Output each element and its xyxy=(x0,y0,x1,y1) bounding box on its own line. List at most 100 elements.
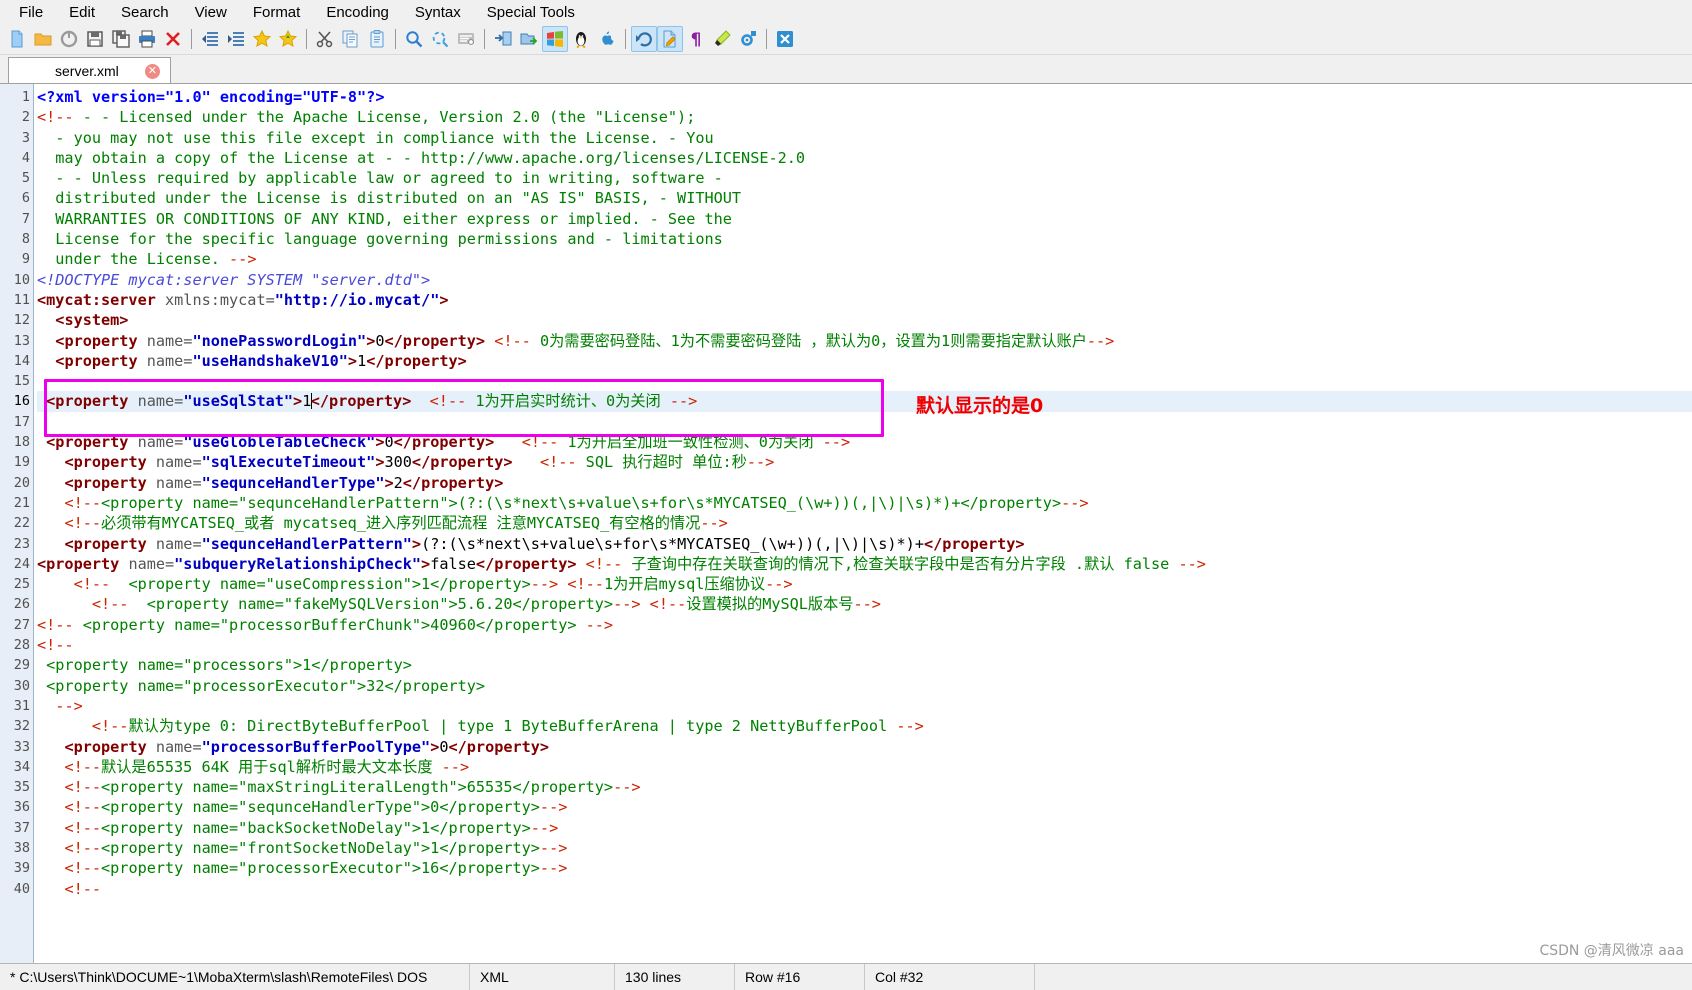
code-line[interactable]: <!--<property name="processorExecutor">1… xyxy=(37,858,1692,878)
code-line[interactable]: - you may not use this file except in co… xyxy=(37,128,1692,148)
code-line[interactable]: <property name="useHandshakeV10">1</prop… xyxy=(37,351,1692,371)
code-token: "useSqlStat" xyxy=(183,392,294,411)
menu-encoding[interactable]: Encoding xyxy=(313,2,402,23)
code-line[interactable]: <property name="sqlExecuteTimeout">300</… xyxy=(37,452,1692,472)
code-line[interactable]: <!-- <property name="useCompression">1</… xyxy=(37,574,1692,594)
code-line[interactable]: under the License. --> xyxy=(37,249,1692,269)
save-icon[interactable] xyxy=(82,26,108,52)
reload-icon[interactable] xyxy=(56,26,82,52)
new-file-icon[interactable] xyxy=(4,26,30,52)
code-line[interactable]: may obtain a copy of the License at - - … xyxy=(37,148,1692,168)
undo-icon[interactable] xyxy=(631,26,657,52)
code-token: --> xyxy=(539,859,568,878)
find-icon[interactable] xyxy=(401,26,427,52)
code-line[interactable]: License for the specific language govern… xyxy=(37,229,1692,249)
code-line[interactable]: <?xml version="1.0" encoding="UTF-8"?> xyxy=(37,87,1692,107)
highlighter-icon[interactable] xyxy=(709,26,735,52)
code-line[interactable]: <property name="nonePasswordLogin">0</pr… xyxy=(37,331,1692,351)
menu-search[interactable]: Search xyxy=(108,2,182,23)
code-line[interactable]: <!--默认为type 0: DirectByteBufferPool | ty… xyxy=(37,716,1692,736)
code-line[interactable]: <property name="processorBufferPoolType"… xyxy=(37,737,1692,757)
separator-2 xyxy=(306,29,307,49)
code-line[interactable]: <!-- xyxy=(37,879,1692,899)
code-line[interactable]: <system> xyxy=(37,310,1692,330)
code-line[interactable]: <!--<property name="sequnceHandlerType">… xyxy=(37,797,1692,817)
linux-eol-icon[interactable] xyxy=(568,26,594,52)
mac-eol-icon[interactable] xyxy=(594,26,620,52)
code-token: name= xyxy=(146,331,193,350)
menu-special-tools[interactable]: Special Tools xyxy=(474,2,588,23)
edit-doc-icon[interactable] xyxy=(657,26,683,52)
code-line[interactable]: <!--<property name="sequnceHandlerPatter… xyxy=(37,493,1692,513)
print-icon[interactable] xyxy=(134,26,160,52)
code-line[interactable]: <mycat:server xmlns:mycat="http://io.myc… xyxy=(37,290,1692,310)
settings-icon[interactable] xyxy=(735,26,761,52)
code-token: --> xyxy=(613,778,641,797)
code-token: > xyxy=(411,534,422,553)
send-to-icon[interactable] xyxy=(490,26,516,52)
code-token: <property name="processorExecutor">32</p… xyxy=(37,676,486,695)
code-line[interactable]: <!-- - - Licensed under the Apache Licen… xyxy=(37,107,1692,127)
receive-from-icon[interactable] xyxy=(516,26,542,52)
code-line[interactable]: <!--必须带有MYCATSEQ_或者 mycatseq_进入序列匹配流程 注意… xyxy=(37,513,1692,533)
code-token: > xyxy=(421,554,431,573)
find-in-files-icon[interactable] xyxy=(453,26,479,52)
code-line[interactable]: <!-- <property name="processorBufferChun… xyxy=(37,615,1692,635)
bookmark-next-icon[interactable] xyxy=(275,26,301,52)
menu-format[interactable]: Format xyxy=(240,2,314,23)
code-line[interactable] xyxy=(37,371,1692,391)
code-token: <property xyxy=(64,453,156,472)
code-line[interactable]: --> xyxy=(37,696,1692,716)
code-line[interactable]: <property name="processors">1</property> xyxy=(37,655,1692,675)
code-line[interactable]: <!--<property name="frontSocketNoDelay">… xyxy=(37,838,1692,858)
menu-syntax[interactable]: Syntax xyxy=(402,2,474,23)
menu-edit[interactable]: Edit xyxy=(56,2,108,23)
code-line[interactable]: <property name="sequnceHandlerPattern">(… xyxy=(37,534,1692,554)
code-token: <property xyxy=(46,392,138,411)
code-line[interactable]: <property name="subqueryRelationshipChec… xyxy=(37,554,1692,574)
code-token: License for the specific language govern… xyxy=(37,230,723,249)
cut-icon[interactable] xyxy=(312,26,338,52)
bookmark-add-icon[interactable] xyxy=(249,26,275,52)
code-token: --> xyxy=(55,696,83,715)
macro-stop-icon[interactable] xyxy=(772,26,798,52)
line-number: 23 xyxy=(13,535,30,552)
code-line[interactable]: WARRANTIES OR CONDITIONS OF ANY KIND, ei… xyxy=(37,209,1692,229)
tab-close-icon[interactable]: ✕ xyxy=(144,63,160,79)
code-line[interactable]: <property name="sequnceHandlerType">2</p… xyxy=(37,473,1692,493)
code-line[interactable]: <property name="useGlobleTableCheck">0</… xyxy=(37,432,1692,452)
code-token: <property name="sequnceHandlerPattern">(… xyxy=(101,493,1062,512)
code-line[interactable]: <property name="useSqlStat">1</property>… xyxy=(37,391,1692,412)
increase-indent-icon[interactable] xyxy=(223,26,249,52)
code-line[interactable]: <!--<property name="backSocketNoDelay">1… xyxy=(37,818,1692,838)
decrease-indent-icon[interactable] xyxy=(197,26,223,52)
tab-server-xml[interactable]: server.xml ✕ xyxy=(8,57,171,84)
close-icon[interactable] xyxy=(160,26,186,52)
editor-area[interactable]: 1 2 3 4 5 6 7 8 9 10 11 12 13 14 15 16 17 18 19 20 21 22 23 24 2… xyxy=(0,83,1692,963)
copy-icon[interactable] xyxy=(338,26,364,52)
save-all-icon[interactable] xyxy=(108,26,134,52)
menu-view[interactable]: View xyxy=(182,2,240,23)
code-line[interactable]: <!-- xyxy=(37,635,1692,655)
status-language[interactable]: XML xyxy=(470,964,615,990)
code-text[interactable]: <?xml version="1.0" encoding="UTF-8"?> <!… xyxy=(34,84,1692,963)
replace-icon[interactable] xyxy=(427,26,453,52)
menu-file[interactable]: File xyxy=(6,2,56,23)
code-line[interactable]: <!--默认是65535 64K 用于sql解析时最大文本长度 --> xyxy=(37,757,1692,777)
open-folder-icon[interactable] xyxy=(30,26,56,52)
code-line[interactable]: <!--<property name="maxStringLiteralLeng… xyxy=(37,777,1692,797)
code-token: name= xyxy=(155,737,202,756)
paste-icon[interactable] xyxy=(364,26,390,52)
line-number: 19 xyxy=(13,454,30,471)
line-number: 4 xyxy=(21,149,30,166)
code-line[interactable]: <!DOCTYPE mycat:server SYSTEM "server.dt… xyxy=(37,270,1692,290)
code-line[interactable]: - - Unless required by applicable law or… xyxy=(37,168,1692,188)
code-line[interactable]: <property name="processorExecutor">32</p… xyxy=(37,676,1692,696)
code-line[interactable]: distributed under the License is distrib… xyxy=(37,188,1692,208)
code-line[interactable]: <!-- <property name="fakeMySQLVersion">5… xyxy=(37,594,1692,614)
code-line[interactable] xyxy=(37,412,1692,432)
windows-eol-icon[interactable] xyxy=(542,26,568,52)
show-pilcrow-icon[interactable]: ¶ xyxy=(683,26,709,52)
code-editor[interactable]: 1 2 3 4 5 6 7 8 9 10 11 12 13 14 15 16 17 18 19 20 21 22 23 24 2… xyxy=(0,84,1692,963)
